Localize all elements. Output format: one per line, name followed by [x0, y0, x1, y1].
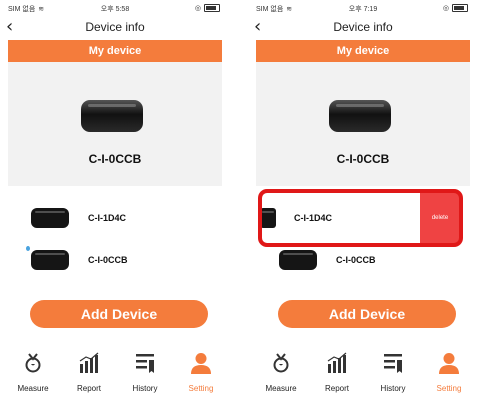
page-title: Device info: [85, 20, 145, 34]
tab-measure[interactable]: Measure: [258, 348, 304, 398]
tab-label: History: [380, 384, 406, 393]
tab-bar: Measure Report History Setting: [0, 348, 230, 398]
ring-device-icon: [328, 96, 392, 136]
tab-label: Report: [324, 384, 349, 393]
tab-report[interactable]: Report: [314, 348, 360, 398]
history-icon: [384, 354, 402, 373]
my-device-banner: My device: [256, 40, 470, 62]
add-device-button[interactable]: Add Device: [278, 300, 456, 328]
nav-bar: ‹ Device info: [0, 16, 230, 38]
lock-rotation-icon: ◎: [442, 5, 449, 12]
ring-device-icon: [80, 96, 144, 136]
tab-label: Setting: [436, 384, 462, 393]
battery-icon: [452, 4, 468, 13]
my-device-banner: My device: [8, 40, 222, 62]
tab-label: Report: [76, 384, 101, 393]
status-bar: SIM 없음 ≋ 오후 5:58 ◎: [0, 4, 230, 16]
current-device-panel: C-I-0CCB: [256, 62, 470, 186]
tab-label: Setting: [188, 384, 214, 393]
tab-history[interactable]: History: [122, 348, 168, 398]
battery-icon: [204, 4, 220, 13]
phone-screen-left: SIM 없음 ≋ 오후 5:58 ◎ ‹ Device info My devic…: [0, 0, 230, 404]
current-device-panel: C-I-0CCB: [8, 62, 222, 186]
tab-measure[interactable]: Measure: [10, 348, 56, 398]
setting-icon: [191, 353, 211, 374]
device-name: C-I-0CCB: [336, 255, 376, 265]
nav-bar: ‹ Device info: [248, 16, 477, 38]
highlight-outline: [258, 189, 463, 247]
tab-setting[interactable]: Setting: [426, 348, 472, 398]
tab-label: Measure: [265, 384, 297, 393]
status-bar: SIM 없음 ≋ 오후 7:19 ◎: [248, 4, 477, 16]
history-icon: [136, 354, 154, 373]
ring-device-icon: [30, 206, 70, 230]
current-device-name: C-I-0CCB: [88, 152, 142, 166]
measure-icon: [273, 353, 289, 373]
tab-report[interactable]: Report: [66, 348, 112, 398]
setting-icon: [439, 353, 459, 374]
current-device-name: C-I-0CCB: [336, 152, 390, 166]
device-list-item[interactable]: C-I-0CCB: [256, 244, 470, 276]
device-list-item[interactable]: C-I-0CCB: [8, 244, 222, 276]
report-icon: [327, 352, 347, 373]
tab-label: Measure: [17, 384, 49, 393]
device-name: C-I-0CCB: [88, 255, 128, 265]
add-device-button[interactable]: Add Device: [30, 300, 208, 328]
phone-screen-right: SIM 없음 ≋ 오후 7:19 ◎ ‹ Device info My devic…: [248, 0, 477, 404]
page-title: Device info: [333, 20, 393, 34]
lock-rotation-icon: ◎: [194, 5, 201, 12]
report-icon: [79, 352, 99, 373]
ring-device-icon: [278, 248, 318, 272]
ring-device-icon: [30, 248, 70, 272]
device-list-item[interactable]: C-I-1D4C: [8, 202, 222, 234]
device-name: C-I-1D4C: [88, 213, 127, 223]
measure-icon: [25, 353, 41, 373]
tab-bar: Measure Report History Setting: [248, 348, 477, 398]
tab-history[interactable]: History: [370, 348, 416, 398]
tab-setting[interactable]: Setting: [178, 348, 224, 398]
tab-label: History: [132, 384, 158, 393]
